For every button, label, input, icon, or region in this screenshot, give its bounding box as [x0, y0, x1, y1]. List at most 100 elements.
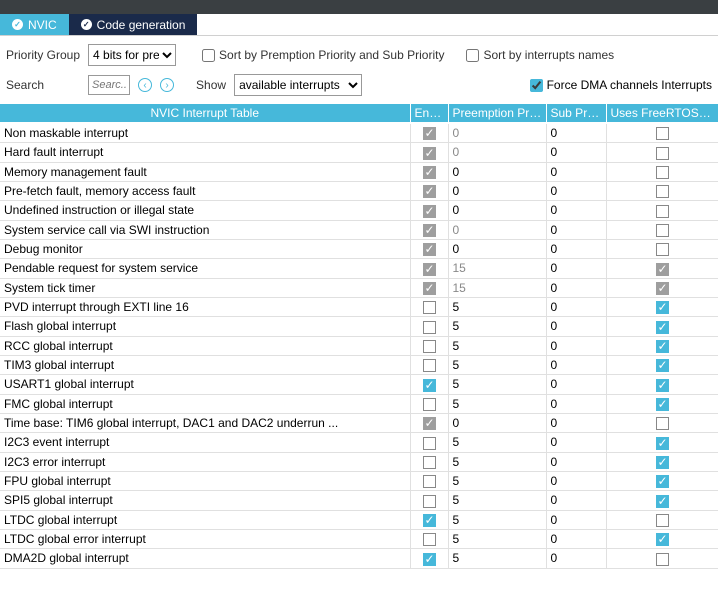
cell-enabled[interactable]: [410, 491, 448, 510]
cell-enabled[interactable]: [410, 510, 448, 529]
checkbox-icon[interactable]: [423, 553, 436, 566]
cell-sub[interactable]: 0: [546, 181, 606, 200]
cell-sub[interactable]: 0: [546, 220, 606, 239]
cell-enabled[interactable]: [410, 336, 448, 355]
cell-enabled[interactable]: [410, 529, 448, 548]
cell-preempt[interactable]: 0: [448, 123, 546, 143]
table-row[interactable]: System service call via SWI instruction0…: [0, 220, 718, 239]
table-row[interactable]: Memory management fault00: [0, 162, 718, 181]
cell-preempt[interactable]: 0: [448, 239, 546, 258]
cell-preempt[interactable]: 15: [448, 278, 546, 297]
cell-sub[interactable]: 0: [546, 375, 606, 394]
checkbox-icon[interactable]: [656, 437, 669, 450]
table-row[interactable]: LTDC global interrupt50: [0, 510, 718, 529]
table-row[interactable]: Undefined instruction or illegal state00: [0, 201, 718, 220]
checkbox-icon[interactable]: [423, 379, 436, 392]
table-row[interactable]: I2C3 event interrupt50: [0, 433, 718, 452]
table-row[interactable]: I2C3 error interrupt50: [0, 452, 718, 471]
cell-freertos[interactable]: [606, 375, 718, 394]
checkbox-icon[interactable]: [423, 224, 436, 237]
cell-preempt[interactable]: 5: [448, 471, 546, 490]
force-dma-checkbox[interactable]: Force DMA channels Interrupts: [530, 78, 712, 92]
cell-preempt[interactable]: 0: [448, 162, 546, 181]
cell-enabled[interactable]: [410, 201, 448, 220]
checkbox-icon[interactable]: [656, 533, 669, 546]
priority-group-select[interactable]: 4 bits for pre-...: [88, 44, 176, 66]
cell-freertos[interactable]: [606, 433, 718, 452]
cell-enabled[interactable]: [410, 143, 448, 162]
cell-preempt[interactable]: 0: [448, 220, 546, 239]
cell-freertos[interactable]: [606, 181, 718, 200]
force-dma-input[interactable]: [530, 79, 543, 92]
cell-freertos[interactable]: [606, 549, 718, 568]
tab-nvic[interactable]: ✓ NVIC: [0, 14, 69, 35]
cell-freertos[interactable]: [606, 491, 718, 510]
cell-freertos[interactable]: [606, 413, 718, 432]
table-row[interactable]: Pre-fetch fault, memory access fault00: [0, 181, 718, 200]
search-prev-icon[interactable]: ‹: [138, 78, 152, 92]
cell-preempt[interactable]: 5: [448, 510, 546, 529]
cell-sub[interactable]: 0: [546, 471, 606, 490]
cell-sub[interactable]: 0: [546, 297, 606, 316]
cell-preempt[interactable]: 5: [448, 317, 546, 336]
checkbox-icon[interactable]: [423, 495, 436, 508]
checkbox-icon[interactable]: [423, 417, 436, 430]
cell-sub[interactable]: 0: [546, 259, 606, 278]
tab-code-generation[interactable]: ✓ Code generation: [69, 14, 198, 35]
cell-sub[interactable]: 0: [546, 278, 606, 297]
table-row[interactable]: FMC global interrupt50: [0, 394, 718, 413]
checkbox-icon[interactable]: [423, 456, 436, 469]
checkbox-icon[interactable]: [423, 282, 436, 295]
sort-names-input[interactable]: [466, 49, 479, 62]
col-header-sub[interactable]: Sub Prio...: [546, 104, 606, 123]
cell-preempt[interactable]: 5: [448, 355, 546, 374]
cell-sub[interactable]: 0: [546, 201, 606, 220]
col-header-preempt[interactable]: Preemption Pri...: [448, 104, 546, 123]
checkbox-icon[interactable]: [656, 147, 669, 160]
table-row[interactable]: System tick timer150: [0, 278, 718, 297]
checkbox-icon[interactable]: [656, 166, 669, 179]
search-next-icon[interactable]: ›: [160, 78, 174, 92]
cell-preempt[interactable]: 5: [448, 433, 546, 452]
checkbox-icon[interactable]: [656, 243, 669, 256]
search-input[interactable]: [88, 75, 130, 95]
checkbox-icon[interactable]: [423, 301, 436, 314]
cell-freertos[interactable]: [606, 394, 718, 413]
table-row[interactable]: USART1 global interrupt50: [0, 375, 718, 394]
cell-freertos[interactable]: [606, 471, 718, 490]
checkbox-icon[interactable]: [656, 398, 669, 411]
checkbox-icon[interactable]: [656, 301, 669, 314]
table-row[interactable]: TIM3 global interrupt50: [0, 355, 718, 374]
checkbox-icon[interactable]: [423, 205, 436, 218]
checkbox-icon[interactable]: [656, 514, 669, 527]
table-row[interactable]: FPU global interrupt50: [0, 471, 718, 490]
table-row[interactable]: DMA2D global interrupt50: [0, 549, 718, 568]
cell-freertos[interactable]: [606, 239, 718, 258]
cell-enabled[interactable]: [410, 220, 448, 239]
cell-freertos[interactable]: [606, 123, 718, 143]
checkbox-icon[interactable]: [423, 398, 436, 411]
cell-enabled[interactable]: [410, 162, 448, 181]
cell-enabled[interactable]: [410, 375, 448, 394]
checkbox-icon[interactable]: [656, 321, 669, 334]
checkbox-icon[interactable]: [423, 243, 436, 256]
col-header-freertos[interactable]: Uses FreeRTOS fun...: [606, 104, 718, 123]
checkbox-icon[interactable]: [656, 282, 669, 295]
cell-sub[interactable]: 0: [546, 355, 606, 374]
cell-enabled[interactable]: [410, 433, 448, 452]
table-row[interactable]: Non maskable interrupt00: [0, 123, 718, 143]
cell-sub[interactable]: 0: [546, 317, 606, 336]
cell-freertos[interactable]: [606, 510, 718, 529]
cell-freertos[interactable]: [606, 317, 718, 336]
checkbox-icon[interactable]: [656, 185, 669, 198]
show-select[interactable]: available interrupts: [234, 74, 362, 96]
table-row[interactable]: Debug monitor00: [0, 239, 718, 258]
sort-preemption-input[interactable]: [202, 49, 215, 62]
table-row[interactable]: SPI5 global interrupt50: [0, 491, 718, 510]
cell-preempt[interactable]: 0: [448, 143, 546, 162]
cell-preempt[interactable]: 0: [448, 181, 546, 200]
cell-freertos[interactable]: [606, 529, 718, 548]
cell-enabled[interactable]: [410, 259, 448, 278]
checkbox-icon[interactable]: [423, 533, 436, 546]
table-row[interactable]: Time base: TIM6 global interrupt, DAC1 a…: [0, 413, 718, 432]
